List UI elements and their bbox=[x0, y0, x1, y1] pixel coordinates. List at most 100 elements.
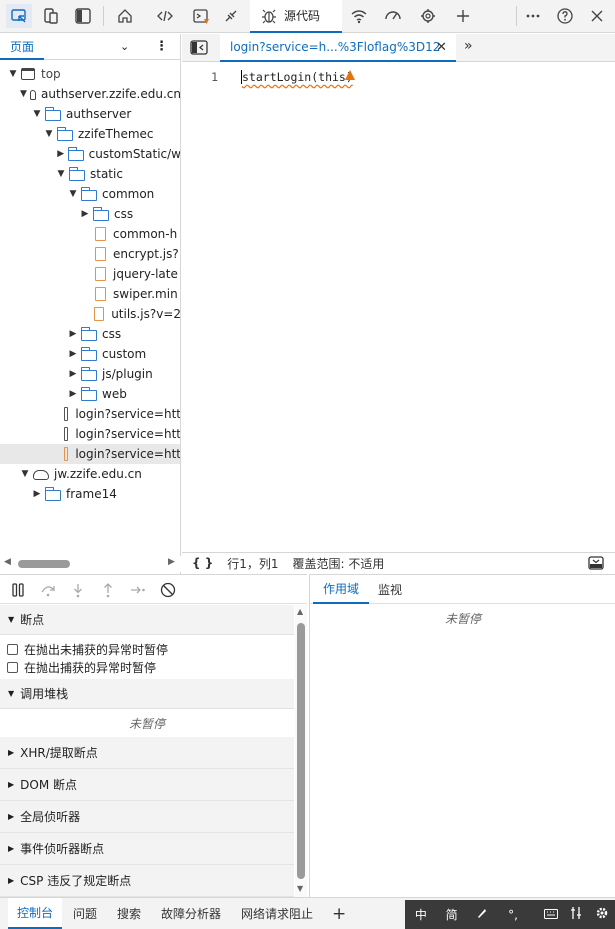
tree-item[interactable]: jquery-late bbox=[0, 264, 180, 284]
section-event-listener-breakpoints[interactable]: ▶ 事件侦听器断点 bbox=[0, 833, 294, 865]
ime-settings-icon[interactable] bbox=[589, 906, 615, 923]
tab-issues[interactable]: 问题 bbox=[73, 898, 97, 929]
dock-side-icon[interactable] bbox=[70, 4, 96, 28]
section-breakpoints[interactable]: ▼ 断点 bbox=[0, 605, 294, 635]
add-drawer-tab-icon[interactable]: + bbox=[332, 898, 346, 929]
step-out-icon[interactable] bbox=[98, 581, 118, 599]
scroll-right-icon[interactable]: ▶ bbox=[168, 557, 175, 567]
tree-item[interactable]: ▼ top bbox=[0, 64, 180, 84]
section-xhr-breakpoints[interactable]: ▶ XHR/提取断点 bbox=[0, 737, 294, 769]
tree-item[interactable]: login?service=htt bbox=[0, 444, 180, 464]
ime-toolbox-icon[interactable] bbox=[564, 906, 590, 923]
collapsed-triangle-icon[interactable]: ▶ bbox=[68, 349, 78, 359]
console-icon[interactable] bbox=[188, 4, 214, 28]
section-dom-breakpoints[interactable]: ▶ DOM 断点 bbox=[0, 769, 294, 801]
scroll-up-icon[interactable]: ▲ bbox=[297, 607, 303, 616]
pretty-print-button[interactable]: { } bbox=[192, 556, 213, 570]
tree-item[interactable]: ▶ css bbox=[0, 324, 180, 344]
tab-network-request-blocking[interactable]: 网络请求阻止 bbox=[241, 898, 313, 929]
section-call-stack[interactable]: ▼ 调用堆栈 bbox=[0, 679, 294, 709]
more-options-icon[interactable] bbox=[520, 4, 546, 28]
collapsed-triangle-icon[interactable]: ▶ bbox=[68, 329, 78, 339]
tree-item[interactable]: ▶ css bbox=[0, 204, 180, 224]
scroll-left-icon[interactable]: ◀ bbox=[4, 557, 11, 567]
ime-simplified-mode[interactable]: 简 bbox=[439, 906, 465, 923]
expanded-triangle-icon[interactable]: ▼ bbox=[68, 189, 78, 199]
tab-crash-analyzer[interactable]: 故障分析器 bbox=[161, 898, 221, 929]
bug-icon[interactable] bbox=[218, 4, 244, 28]
section-global-listeners[interactable]: ▶ 全局侦听器 bbox=[0, 801, 294, 833]
tree-item[interactable]: ▼ zzifeThemec bbox=[0, 124, 180, 144]
close-tab-icon[interactable]: ✕ bbox=[436, 40, 447, 55]
expanded-triangle-icon[interactable]: ▼ bbox=[8, 69, 18, 79]
tab-search[interactable]: 搜索 bbox=[117, 898, 141, 929]
tree-item[interactable]: encrypt.js? bbox=[0, 244, 180, 264]
device-emulation-icon[interactable] bbox=[38, 4, 64, 28]
toggle-navigator-icon[interactable] bbox=[190, 40, 208, 55]
pause-uncaught-checkbox[interactable] bbox=[7, 643, 18, 655]
collapsed-triangle-icon[interactable]: ▶ bbox=[56, 149, 65, 159]
tab-watch[interactable]: 监视 bbox=[372, 575, 408, 604]
collapsed-triangle-icon[interactable]: ▶ bbox=[68, 389, 78, 399]
expanded-triangle-icon[interactable]: ▼ bbox=[44, 129, 54, 139]
tree-item[interactable]: login?service=htt bbox=[0, 404, 180, 424]
horizontal-scrollbar[interactable]: ◀ ▶ bbox=[0, 556, 181, 572]
chevron-down-icon[interactable]: ⌄ bbox=[120, 40, 129, 53]
inspect-icon[interactable] bbox=[6, 4, 32, 28]
tree-item[interactable]: ▼ common bbox=[0, 184, 180, 204]
collapsed-triangle-icon[interactable]: ▶ bbox=[68, 369, 78, 379]
toggle-debugger-icon[interactable] bbox=[588, 556, 604, 570]
tree-item[interactable]: swiper.min bbox=[0, 284, 180, 304]
tree-item[interactable]: login?service=htt bbox=[0, 424, 180, 444]
scrollbar-thumb[interactable] bbox=[297, 623, 305, 879]
performance-icon[interactable] bbox=[380, 4, 406, 28]
pause-icon[interactable] bbox=[8, 581, 28, 599]
tree-item[interactable]: ▼ authserver bbox=[0, 104, 180, 124]
network-icon[interactable] bbox=[346, 4, 372, 28]
tree-item[interactable]: ▶ js/plugin bbox=[0, 364, 180, 384]
scrollbar-thumb[interactable] bbox=[18, 560, 70, 568]
tree-item[interactable]: ▼ static bbox=[0, 164, 180, 184]
step-over-icon[interactable] bbox=[38, 581, 58, 599]
tree-item[interactable]: ▼ authserver.zzife.edu.cn bbox=[0, 84, 180, 104]
section-csp-breakpoints[interactable]: ▶ CSP 违反了规定断点 bbox=[0, 865, 294, 897]
expanded-triangle-icon[interactable]: ▼ bbox=[56, 169, 66, 179]
more-options-icon[interactable]: ⋮ bbox=[155, 39, 168, 54]
close-devtools-icon[interactable] bbox=[584, 4, 610, 28]
expanded-triangle-icon[interactable]: ▼ bbox=[20, 89, 27, 99]
collapsed-triangle-icon[interactable]: ▶ bbox=[80, 209, 90, 219]
tree-item[interactable]: ▶ frame14 bbox=[0, 484, 180, 504]
help-icon[interactable] bbox=[552, 4, 578, 28]
tree-item[interactable]: utils.js?v=2 bbox=[0, 304, 180, 324]
tree-item[interactable]: ▶ customStatic/w bbox=[0, 144, 180, 164]
home-icon[interactable] bbox=[112, 4, 138, 28]
expanded-triangle-icon[interactable]: ▼ bbox=[32, 109, 42, 119]
tree-item[interactable]: ▶ custom bbox=[0, 344, 180, 364]
tab-sources[interactable]: 源代码 bbox=[250, 0, 342, 33]
collapsed-triangle-icon[interactable]: ▶ bbox=[32, 489, 42, 499]
memory-icon[interactable] bbox=[415, 4, 441, 28]
more-tabs-icon[interactable]: » bbox=[464, 38, 473, 54]
add-tool-icon[interactable] bbox=[450, 4, 476, 28]
ime-punctuation-icon[interactable]: °, bbox=[500, 908, 526, 922]
tab-console[interactable]: 控制台 bbox=[8, 898, 63, 929]
ime-chinese-mode[interactable]: 中 bbox=[408, 906, 434, 923]
pause-uncaught-option[interactable]: 在抛出未捕获的异常时暂停 bbox=[7, 641, 168, 657]
step-into-icon[interactable] bbox=[68, 581, 88, 599]
step-icon[interactable] bbox=[128, 581, 148, 599]
tree-item[interactable]: ▶ web bbox=[0, 384, 180, 404]
tab-file-login[interactable]: login?service=h...%3Floflag%3D12 ✕ bbox=[220, 34, 456, 62]
tree-item[interactable]: ▼ jw.zzife.edu.cn bbox=[0, 464, 180, 484]
vertical-scrollbar[interactable]: ▲ ▼ bbox=[295, 605, 307, 897]
ime-pen-icon[interactable] bbox=[469, 907, 495, 922]
deactivate-breakpoints-icon[interactable] bbox=[158, 581, 178, 599]
pause-caught-checkbox[interactable] bbox=[7, 661, 18, 673]
tab-page[interactable]: 页面 bbox=[0, 34, 44, 60]
pause-caught-option[interactable]: 在抛出捕获的异常时暂停 bbox=[7, 659, 156, 675]
elements-icon[interactable] bbox=[152, 4, 178, 28]
warning-icon[interactable] bbox=[344, 69, 356, 81]
tree-item[interactable]: common-h bbox=[0, 224, 180, 244]
tab-scope[interactable]: 作用域 bbox=[313, 575, 369, 604]
scroll-down-icon[interactable]: ▼ bbox=[297, 884, 303, 893]
ime-keyboard-icon[interactable] bbox=[538, 908, 564, 922]
